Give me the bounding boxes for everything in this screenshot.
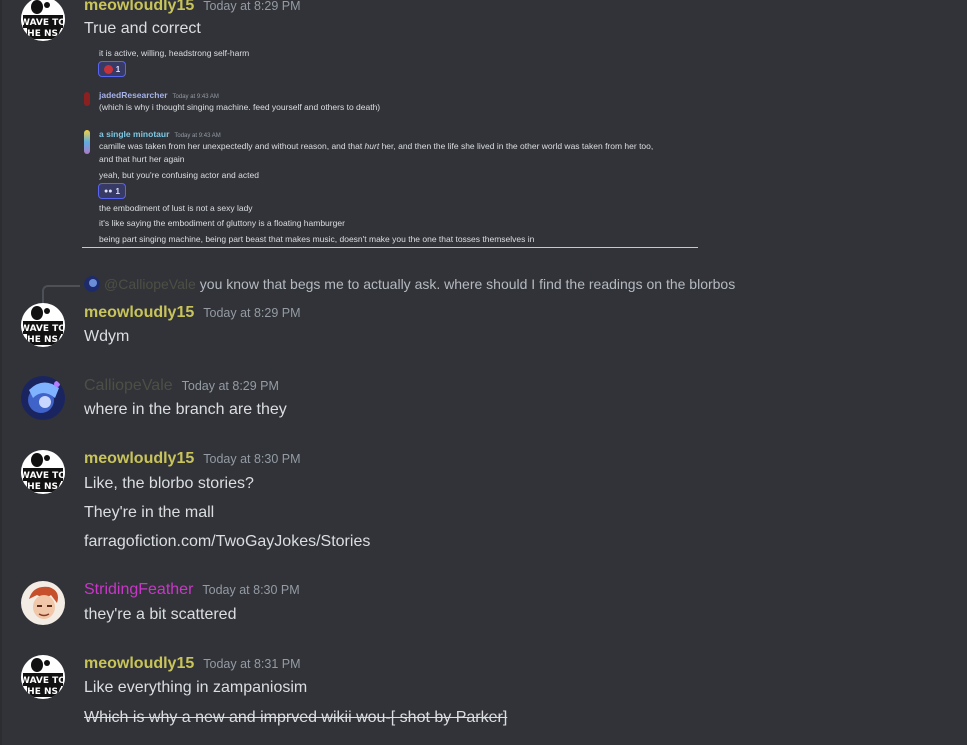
message-text: they're a bit scattered (84, 606, 237, 623)
embed-text: being part singing machine, being part b… (99, 234, 535, 244)
avatar[interactable]: WAVE TO THE NSA (21, 655, 65, 699)
wave-to-the-nsa-avatar-icon: WAVE TO THE NSA (21, 655, 65, 699)
timestamp[interactable]: Today at 8:31 PM (203, 657, 300, 671)
message-text: Like, the blorbo stories? (84, 475, 254, 492)
embed-text: it is active, willing, headstrong self-h… (99, 48, 250, 58)
username[interactable]: meowloudly15 (84, 304, 194, 322)
reply-spine (42, 285, 80, 303)
message-text: They're in the mall (84, 504, 215, 521)
avatar[interactable]: WAVE TO THE NSA (21, 303, 65, 347)
timestamp[interactable]: Today at 8:30 PM (202, 583, 299, 597)
message-header: StridingFeather Today at 8:30 PM (84, 581, 300, 599)
embed-username: a single minotaur Today at 9:43 AM (99, 129, 221, 139)
timestamp[interactable]: Today at 8:29 PM (182, 379, 279, 393)
username[interactable]: meowloudly15 (84, 655, 194, 673)
jaded-avatar-icon (84, 92, 90, 106)
message-header: meowloudly15 Today at 8:29 PM (84, 0, 301, 15)
striding-feather-avatar-icon (21, 581, 65, 625)
message-header: meowloudly15 Today at 8:30 PM (84, 450, 301, 468)
reaction-count: 1 (115, 64, 121, 74)
svg-text:THE NSA: THE NSA (21, 29, 65, 39)
timestamp[interactable]: Today at 8:29 PM (203, 0, 300, 13)
embed-text: (which is why i thought singing machine.… (99, 102, 381, 112)
username[interactable]: CalliopeVale (84, 377, 173, 395)
reply-avatar (84, 276, 100, 292)
chat-messages: WAVE TO THE NSA meowloudly15 Today at 8:… (0, 0, 967, 745)
reply-reference[interactable]: @CalliopeVale you know that begs me to a… (84, 276, 735, 292)
message-header: meowloudly15 Today at 8:31 PM (84, 655, 301, 673)
reply-text[interactable]: you know that begs me to actually ask. w… (200, 276, 735, 292)
sidebar-edge (0, 0, 2, 745)
embed-text: and that hurt her again (99, 154, 185, 164)
timestamp[interactable]: Today at 8:30 PM (203, 452, 300, 466)
svg-text:WAVE TO: WAVE TO (21, 18, 65, 28)
embed-text: the embodiment of lust is not a sexy lad… (99, 203, 253, 213)
username[interactable]: meowloudly15 (84, 450, 194, 468)
username[interactable]: StridingFeather (84, 581, 193, 599)
message-link[interactable]: farragofiction.com/TwoGayJokes/Stories (84, 533, 370, 551)
svg-text:WAVE TO: WAVE TO (21, 471, 65, 481)
reaction-count: 1 (115, 186, 120, 196)
message-text: True and correct (84, 20, 201, 37)
embed-text: camille was taken from her unexpectedly … (99, 141, 654, 151)
message-header: CalliopeVale Today at 8:29 PM (84, 377, 279, 395)
svg-text:WAVE TO: WAVE TO (21, 324, 65, 334)
calliope-avatar-icon (21, 376, 65, 420)
message-text: Wdym (84, 328, 130, 345)
wave-to-the-nsa-avatar-icon: WAVE TO THE NSA (21, 450, 65, 494)
message-text-strikethrough: Which is why a new and imprved wikii wou… (84, 709, 508, 726)
embed-text: it's like saying the embodiment of glutt… (99, 218, 345, 228)
embedded-screenshot[interactable]: it is active, willing, headstrong self-h… (82, 42, 698, 248)
avatar[interactable] (21, 581, 65, 625)
wave-to-the-nsa-avatar-icon: WAVE TO THE NSA (21, 0, 65, 41)
svg-text:THE NSA: THE NSA (21, 335, 65, 345)
embed-reaction: ●● 1 (98, 183, 126, 199)
calliope-avatar-icon (84, 276, 100, 292)
svg-text:THE NSA: THE NSA (21, 687, 65, 697)
message-text: Like everything in zampaniosim (84, 679, 308, 696)
message-header: meowloudly15 Today at 8:29 PM (84, 304, 301, 322)
username[interactable]: meowloudly15 (84, 0, 194, 15)
avatar[interactable]: WAVE TO THE NSA (21, 450, 65, 494)
wave-to-the-nsa-avatar-icon: WAVE TO THE NSA (21, 303, 65, 347)
embed-text: yeah, but you're confusing actor and act… (99, 170, 259, 180)
svg-text:WAVE TO: WAVE TO (21, 676, 65, 686)
embed-reaction: 1 (98, 61, 126, 77)
embed-username: jadedResearcher Today at 9:43 AM (99, 90, 219, 100)
heart-emoji-icon (103, 64, 113, 74)
timestamp[interactable]: Today at 8:29 PM (203, 306, 300, 320)
eyes-emoji-icon: ●● (104, 187, 113, 195)
avatar[interactable] (21, 376, 65, 420)
message-text: where in the branch are they (84, 401, 287, 418)
minotaur-avatar-icon (84, 130, 90, 154)
svg-text:THE NSA: THE NSA (21, 482, 65, 492)
reply-username[interactable]: @CalliopeVale (104, 276, 196, 292)
avatar[interactable]: WAVE TO THE NSA (21, 0, 65, 41)
